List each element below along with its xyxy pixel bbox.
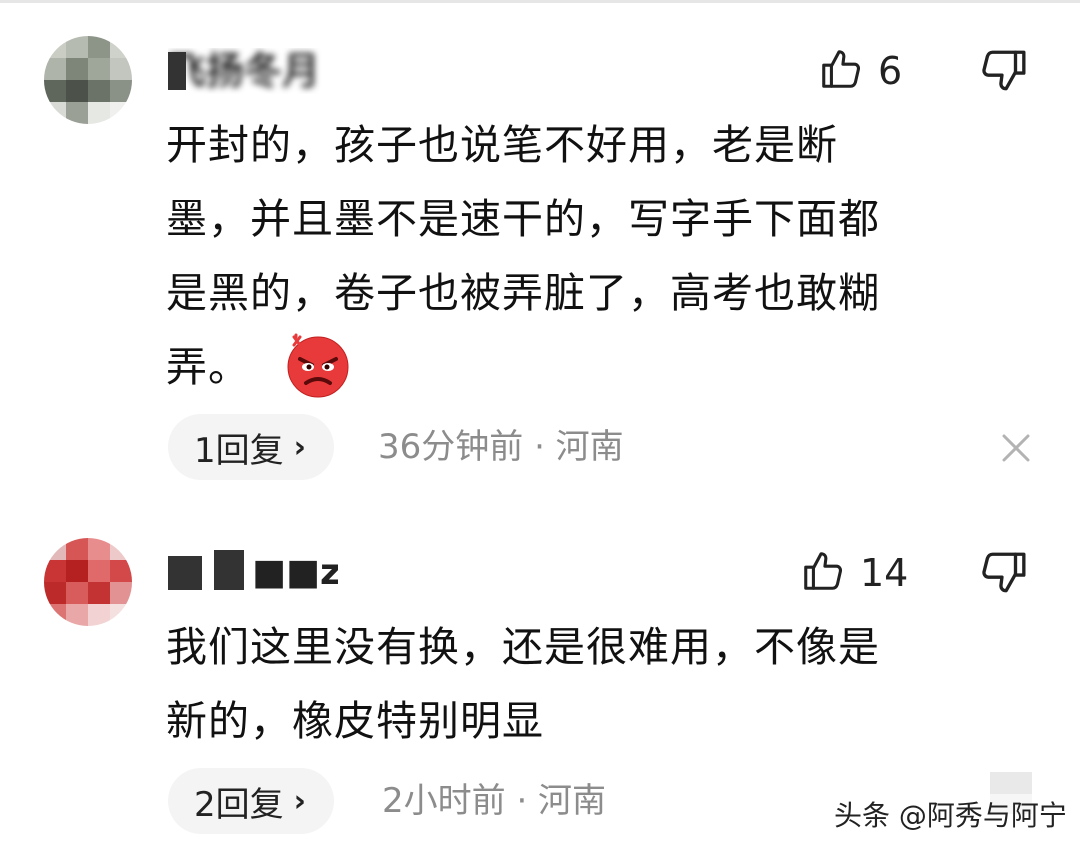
thumbs-up-icon xyxy=(800,548,846,598)
chevron-right-icon: › xyxy=(293,429,307,465)
thumbs-down-icon xyxy=(978,552,1028,602)
username[interactable]: 飞扬冬月 xyxy=(168,48,348,94)
replies-label: 1回复 xyxy=(194,430,284,471)
comment-text: 开封的，孩子也说笔不好用，老是断 墨，并且墨不是速干的，写字手下面都 是黑的，卷… xyxy=(166,108,1026,404)
replies-label: 2回复 xyxy=(194,784,284,825)
comment-line: 弄。 xyxy=(166,343,250,391)
close-button[interactable] xyxy=(996,428,1036,468)
replies-button[interactable]: 1回复 › xyxy=(168,414,335,480)
dislike-button[interactable] xyxy=(978,46,1030,96)
thumbs-up-icon xyxy=(818,46,864,96)
top-divider xyxy=(0,0,1080,3)
chevron-right-icon: › xyxy=(293,783,307,819)
comment-line: 开封的，孩子也说笔不好用，老是断 xyxy=(166,121,838,169)
dislike-button[interactable] xyxy=(978,548,1030,598)
close-icon xyxy=(996,434,1036,472)
replies-button[interactable]: 2回复 › xyxy=(168,768,335,834)
avatar[interactable] xyxy=(44,538,132,626)
username-mask xyxy=(214,550,244,590)
like-button[interactable]: 6 xyxy=(818,46,902,96)
comment-line: 新的，橡皮特别明显 xyxy=(166,697,544,745)
comment-line: 是黑的，卷子也被弄脏了，高考也敢糊 xyxy=(166,269,880,317)
comment-line: 我们这里没有换，还是很难用，不像是 xyxy=(166,623,880,671)
username-mask xyxy=(168,52,186,90)
comment-meta: 2小时前 · 河南 xyxy=(382,781,607,821)
comment-line: 墨，并且墨不是速干的，写字手下面都 xyxy=(166,195,880,243)
comment-meta: 36分钟前 · 河南 xyxy=(378,427,624,467)
watermark: 头条 @阿秀与阿宁 xyxy=(828,794,1073,838)
thumbs-down-icon xyxy=(978,50,1028,100)
username-mask xyxy=(168,556,202,590)
username[interactable]: ■■zzz xyxy=(168,550,338,596)
like-count: 6 xyxy=(878,49,903,93)
avatar[interactable] xyxy=(44,36,132,124)
like-count: 14 xyxy=(860,551,909,595)
like-button[interactable]: 14 xyxy=(800,548,908,598)
comment-text: 我们这里没有换，还是很难用，不像是 新的，橡皮特别明显 xyxy=(166,610,1026,758)
angry-face-emoji xyxy=(284,331,352,399)
